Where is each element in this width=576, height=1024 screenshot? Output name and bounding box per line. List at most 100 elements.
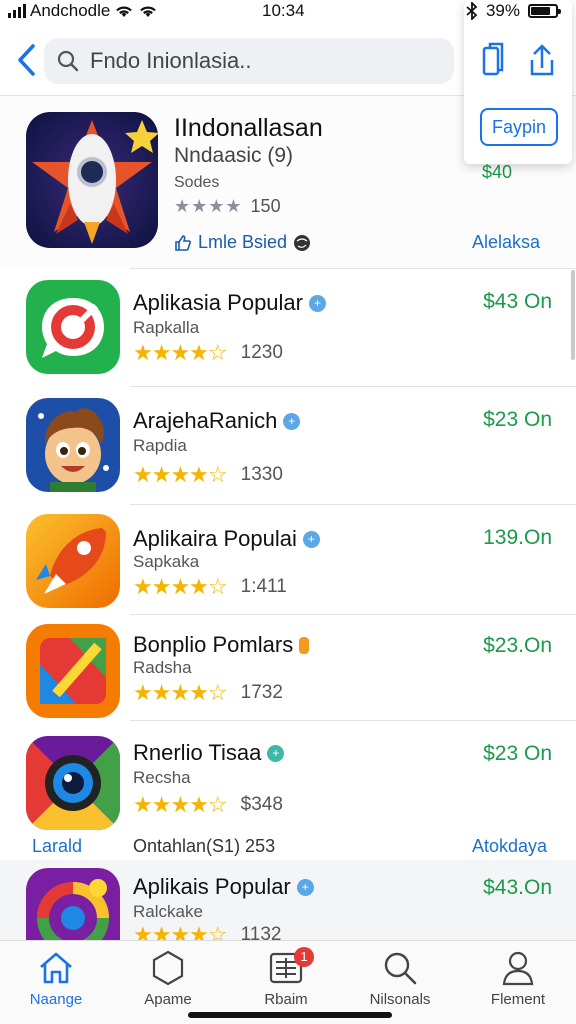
list-item[interactable]: Aplikaira Populai + Sapkaka ★★★★☆ 1:411 13… [0,506,576,614]
app-developer: Sapkaka [133,552,200,571]
battery-icon [528,4,561,18]
tab-updates[interactable]: Rbaim 1 [236,947,336,1008]
clock: 10:34 [262,1,305,20]
app-icon[interactable] [26,736,120,830]
app-price[interactable]: 139.On [483,526,552,550]
gallery-icon [26,624,120,718]
carrier-label: Andchodle [30,1,111,20]
badge-label: Lmle Bsied [198,232,288,252]
star-rating: ★★★★☆ [133,792,228,817]
star-rating: ★★★★ [174,196,243,216]
tab-home[interactable]: Naange [6,949,106,1008]
rating-count: 1330 [240,464,283,485]
tab-label: Naange [29,991,83,1008]
verified-icon: + [302,530,320,548]
share-icon[interactable] [526,42,558,78]
thumbs-up-icon [175,234,191,251]
signal-icon [8,4,26,18]
row-divider [130,268,576,269]
list-item[interactable]: Aplikasia Popular + Rapkalla ★★★★☆ 1230 $4… [0,270,576,386]
chevron-left-icon [18,44,35,76]
search-bar[interactable] [44,38,454,84]
rating-count: 1230 [240,342,283,363]
featured-app-rating: ★★★★ 150 [174,196,281,217]
tab-label: Apame [144,991,192,1008]
app-price[interactable]: $23 On [483,742,552,766]
featured-app-price[interactable]: $40 [482,162,512,183]
app-rating: ★★★★☆ 1330 [133,462,283,488]
app-developer: Recsha [133,768,191,787]
person-icon [502,951,534,986]
star-rating: ★★★★☆ [133,462,228,487]
app-rating: ★★★★☆ $348 [133,792,283,818]
app-icon[interactable] [26,514,120,608]
star-rating: ★★★★☆ [133,680,228,705]
app-developer: Rapdia [133,436,187,455]
list-item[interactable]: Rnerlio Tisaa + Recsha ★★★★☆ $348 $23 On L… [0,722,576,858]
star-rating: ★★★★☆ [133,340,228,365]
tab-search[interactable]: Nilsonals [350,949,450,1008]
app-name[interactable]: Aplikais Popular + [133,874,314,900]
verified-icon: + [296,878,314,896]
search-input[interactable] [90,48,430,74]
wifi-icon [116,6,133,17]
tab-label: Nilsonals [369,991,431,1008]
search-icon [384,952,417,985]
copy-icon[interactable] [478,42,508,78]
status-left: Andchodle [8,1,158,21]
row-link-right[interactable]: Atokdaya [472,836,547,857]
home-indicator[interactable] [188,1012,392,1018]
share-popup: Faypin [464,0,572,164]
app-icon[interactable] [26,398,120,492]
featured-app-badge: Lmle Bsied [174,232,311,253]
tab-label: Rbaim [264,991,308,1008]
app-name[interactable]: Aplikasia Popular + [133,290,326,316]
list-item[interactable]: ArajehaRanich + Rapdia ★★★★☆ 1330 $23 On [0,388,576,504]
featured-app-action-link[interactable]: Alelaksa [472,232,540,253]
app-price[interactable]: $23.On [483,634,552,658]
app-rating: ★★★★☆ 1732 [133,680,283,706]
list-item[interactable]: Aplikais Popular + Ralckake ★★★★☆ 1132 $43… [0,860,576,947]
app-name[interactable]: Aplikaira Populai + [133,526,320,552]
rocket-icon [26,514,120,608]
back-button[interactable] [14,40,44,80]
app-price[interactable]: $43.On [483,876,552,900]
row-divider [130,504,576,505]
popup-action-button[interactable]: Faypin [480,108,558,146]
featured-app-icon[interactable] [26,112,158,248]
verified-icon: + [283,412,301,430]
app-rating: ★★★★☆ 1230 [133,340,283,366]
app-name[interactable]: Rnerlio Tisaa + [133,740,285,766]
row-link-left[interactable]: Larald [32,836,82,857]
row-divider [130,720,576,721]
tab-profile[interactable]: Flement [468,949,568,1008]
list-item[interactable]: Bonplio Pomlars Radsha ★★★★☆ 1732 $23.On [0,616,576,720]
row-divider [130,614,576,615]
app-name[interactable]: ArajehaRanich + [133,408,301,434]
app-icon[interactable] [26,868,120,940]
featured-app-subtitle: Nndaasic (9) [174,144,294,167]
row-info: Ontahlan(S1) 253 [133,836,276,856]
app-price[interactable]: $43 On [483,290,552,314]
verified-icon [299,636,310,654]
app-icon[interactable] [26,280,120,374]
app-developer: Rapkalla [133,318,200,337]
featured-app-title[interactable]: IIndonallasan [174,114,323,143]
tab-apps[interactable]: Apame [118,949,218,1008]
app-rating: ★★★★☆ 1:411 [133,574,287,600]
tab-label: Flement [490,991,546,1008]
rating-count: 1:411 [240,576,287,597]
rating-count: 1732 [240,682,283,703]
app-name[interactable]: Bonplio Pomlars [133,632,310,658]
app-price[interactable]: $23 On [483,408,552,432]
notification-badge: 1 [294,947,314,967]
scrollbar[interactable] [571,270,575,360]
wifi-icon-secondary [140,6,157,17]
app-developer: Radsha [133,658,192,677]
app-icon[interactable] [26,624,120,718]
circle-logo-icon [26,868,120,940]
row-divider [130,386,576,387]
status-bar: Andchodle 10:34 39% [0,0,576,24]
verified-icon: + [308,294,326,312]
star-rating: ★★★★☆ [133,574,228,599]
